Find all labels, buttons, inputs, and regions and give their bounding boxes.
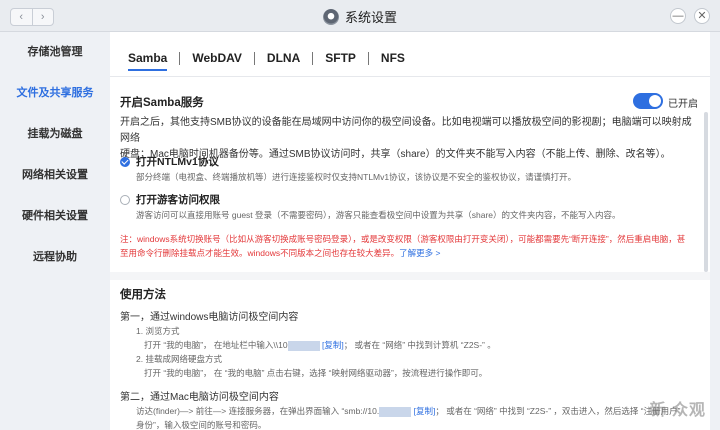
warning-line: 至用命令行删除挂载点才能生效。windows不同版本之间也存在较大差异。了解更多… — [120, 246, 705, 260]
warning-text: 至用命令行删除挂载点才能生效。windows不同版本之间也存在较大差异。 — [120, 248, 400, 258]
tab-samba[interactable]: Samba — [128, 51, 179, 71]
sidebar-item-hardware[interactable]: 硬件相关设置 — [0, 207, 110, 223]
browse-method-title: 1. 浏览方式 — [136, 326, 180, 336]
title-bar: ‹ › 系统设置 — ✕ — [0, 0, 720, 32]
window-title: 系统设置 — [344, 10, 397, 25]
settings-app-icon — [322, 8, 339, 25]
windows-step-title: 第一，通过windows电脑访问极空间内容 — [120, 312, 299, 323]
sidebar: 存储池管理 文件及共享服务 挂载为磁盘 网络相关设置 硬件相关设置 远程协助 — [0, 32, 110, 430]
sidebar-item-file-sharing[interactable]: 文件及共享服务 — [0, 84, 110, 100]
tab-dlna[interactable]: DLNA — [255, 51, 312, 65]
samba-toggle-label: 已开启 — [668, 99, 698, 110]
warning-line: 注：windows系统切换账号（比如从游客切换成账号密码登录），或是改变权限（游… — [120, 234, 686, 244]
browse-method-detail: 打开 “我的电脑”， 在地址栏中输入\\10 [复制]； 或者在 “网络” 中找… — [144, 338, 704, 352]
close-button[interactable]: ✕ — [694, 8, 710, 24]
ntlm-option[interactable]: 打开NTLMv1协议 — [120, 154, 219, 169]
guest-checkbox[interactable] — [120, 194, 130, 205]
copy-address-link[interactable]: [复制] — [322, 340, 344, 350]
mac-detail-pre: 访达(finder)—> 前往—> 连接服务器，在弹出界面输入 “smb://1… — [136, 406, 380, 416]
guest-description: 游客访问可以直接用账号 guest 登录（不需要密码），游客只能查看极空间中设置… — [136, 210, 621, 220]
tab-webdav[interactable]: WebDAV — [180, 51, 254, 65]
samba-desc-line: 开启之后，其他支持SMB协议的设备能在局域网中访问你的极空间设备。比如电视端可以… — [120, 117, 692, 144]
settings-window: ‹ › 系统设置 — ✕ 存储池管理 文件及共享服务 挂载为磁盘 网络相关设置 … — [0, 0, 720, 430]
tab-bar: Samba WebDAV DLNA SFTP NFS — [128, 49, 417, 71]
guest-option[interactable]: 打开游客访问权限 — [120, 192, 220, 207]
mac-step-detail: 访达(finder)—> 前往—> 连接服务器，在弹出界面输入 “smb://1… — [136, 404, 710, 418]
window-right-edge — [710, 32, 720, 430]
watermark: 新 众观 — [649, 402, 706, 419]
sidebar-item-mount-disk[interactable]: 挂载为磁盘 — [0, 125, 110, 141]
content-panel: Samba WebDAV DLNA SFTP NFS 开启Samba服务 已开启… — [110, 32, 710, 430]
sidebar-item-network[interactable]: 网络相关设置 — [0, 166, 110, 182]
learn-more-link[interactable]: 了解更多 > — [399, 248, 440, 258]
tab-sftp[interactable]: SFTP — [313, 51, 368, 65]
mac-step-detail-line2: 身份”，输入极空间的账号和密码。 — [136, 420, 267, 430]
mac-detail-post: ； 或者在 “网络” 中找到 “Z2S-” ，双击进入，然后选择 “注册用户” — [435, 406, 681, 416]
section-divider — [110, 272, 710, 280]
window-title-group: 系统设置 — [0, 7, 720, 26]
browse-detail-post: ； 或者在 “网络” 中找到计算机 “Z2S-” 。 — [343, 340, 496, 350]
samba-section-title: 开启Samba服务 — [120, 97, 204, 109]
redacted-ip — [379, 406, 412, 417]
content-scrollbar[interactable] — [704, 112, 708, 272]
minimize-button[interactable]: — — [670, 8, 686, 24]
browse-detail-pre: 打开 “我的电脑”， 在地址栏中输入\\10 — [144, 340, 288, 350]
ntlm-label: 打开NTLMv1协议 — [136, 156, 219, 168]
sidebar-item-remote-assist[interactable]: 远程协助 — [0, 248, 110, 264]
sidebar-item-storage-pool[interactable]: 存储池管理 — [0, 43, 110, 59]
map-drive-title: 2. 挂载成网络硬盘方式 — [136, 354, 222, 364]
samba-toggle[interactable] — [633, 93, 663, 109]
ntlm-checkbox[interactable] — [120, 156, 130, 167]
copy-smb-link[interactable]: [复制] — [414, 406, 436, 416]
window-controls: — ✕ — [670, 8, 710, 24]
mac-step-title: 第二，通过Mac电脑访问极空间内容 — [120, 392, 279, 403]
usage-section-title: 使用方法 — [120, 289, 166, 301]
guest-label: 打开游客访问权限 — [136, 194, 220, 206]
tab-underline-divider — [110, 76, 710, 77]
map-drive-detail: 打开 “我的电脑”， 在 “我的电脑” 点击右键，选择 “映射网络驱动器”，按流… — [144, 368, 488, 378]
redacted-ip — [287, 340, 320, 351]
windows-warning: 注：windows系统切换账号（比如从游客切换成账号密码登录），或是改变权限（游… — [120, 232, 705, 260]
ntlm-description: 部分终端（电视盒、终端播放机等）进行连接鉴权时仅支持NTLMv1协议，该协议是不… — [136, 172, 577, 182]
tab-nfs[interactable]: NFS — [369, 51, 417, 65]
